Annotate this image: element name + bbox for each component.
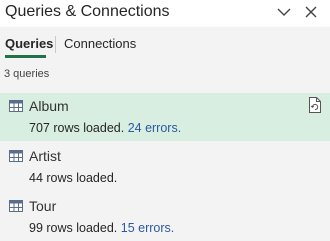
query-status: 99 rows loaded. 15 errors. [29,220,174,236]
query-name: Artist [29,148,61,164]
query-item-album[interactable]: Album 707 rows loaded. 24 errors. [0,93,330,141]
query-name: Tour [29,198,57,214]
close-icon [305,6,317,18]
close-pane-button[interactable] [301,3,321,21]
errors-link[interactable]: 15 errors. [121,221,175,235]
table-icon [9,100,23,112]
query-item-tour[interactable]: Tour 99 rows loaded. 15 errors. [0,193,330,241]
queries-connections-pane: Queries & Connections Queries Connection… [0,0,330,241]
tab-bar: Queries Connections [0,27,330,61]
pane-header: Queries & Connections [0,0,330,27]
query-count: 3 queries [4,68,50,80]
tab-connections[interactable]: Connections [64,36,136,52]
rows-loaded-text: 44 rows loaded. [29,171,118,185]
active-tab-indicator [5,55,46,58]
tab-divider [55,36,56,53]
chevron-down-icon [277,8,291,16]
errors-link[interactable]: 24 errors. [128,121,182,135]
tab-queries[interactable]: Queries [5,36,53,52]
table-icon [9,200,23,212]
table-icon [9,150,23,162]
query-status: 707 rows loaded. 24 errors. [29,120,181,136]
query-status: 44 rows loaded. [29,170,117,186]
query-item-artist[interactable]: Artist 44 rows loaded. [0,143,330,191]
pane-title: Queries & Connections [5,3,170,20]
rows-loaded-text: 99 rows loaded. [29,221,118,235]
query-name: Album [29,98,69,114]
refresh-document-icon[interactable] [308,97,322,113]
rows-loaded-text: 707 rows loaded. [29,121,125,135]
pane-options-button[interactable] [274,3,294,21]
